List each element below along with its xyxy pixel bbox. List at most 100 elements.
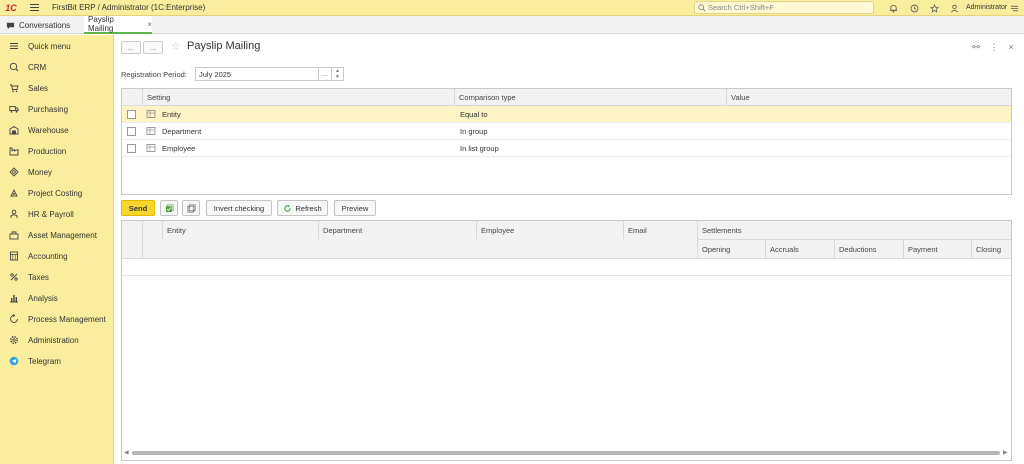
sidebar-item-crm[interactable]: CRM	[0, 57, 114, 77]
registration-period-label: Registration Period:	[121, 70, 187, 79]
column-header-settlements[interactable]: Settlements	[697, 221, 1011, 239]
sidebar-item-analysis[interactable]: Analysis	[0, 288, 114, 308]
sidebar-item-accounting[interactable]: Accounting	[0, 246, 114, 266]
link-icon[interactable]: ⚯	[971, 42, 981, 52]
sidebar-item-label: Warehouse	[28, 125, 69, 135]
column-header-closing[interactable]: Closing	[971, 239, 1011, 259]
preview-button[interactable]: Preview	[334, 200, 376, 216]
spin-down-icon[interactable]: ▼	[332, 74, 343, 80]
more-actions-icon[interactable]: ⋮	[989, 42, 999, 52]
crm-icon	[9, 62, 19, 72]
comparison-cell[interactable]: In group	[460, 123, 488, 140]
tab-payslip-mailing[interactable]: Payslip Mailing ×	[84, 15, 152, 34]
column-header-deductions[interactable]: Deductions	[834, 239, 903, 259]
registration-period-input[interactable]: July 2025	[195, 67, 319, 81]
sidebar-item-money[interactable]: Money	[0, 162, 114, 182]
gear-icon	[10, 336, 18, 344]
telegram-icon	[9, 356, 19, 366]
column-header-value[interactable]: Value	[726, 89, 1011, 106]
registration-period-spinner[interactable]: ▲ ▼	[332, 67, 344, 81]
column-header-entity[interactable]: Entity	[162, 221, 318, 239]
sidebar-item-label: Asset Management	[28, 230, 97, 240]
payslip-results-table: Entity Department Employee Email Settlem…	[121, 220, 1012, 461]
settings-table-header: Setting Comparison type Value	[122, 89, 1011, 106]
table-row[interactable]: Entity Equal to	[122, 106, 1011, 123]
user-name[interactable]: Administrator	[966, 4, 1007, 11]
setting-cell: Employee	[162, 144, 196, 153]
close-tab-icon[interactable]: ×	[147, 20, 152, 29]
sidebar-item-production[interactable]: Production	[0, 141, 114, 161]
column-header-comparison-type[interactable]: Comparison type	[454, 89, 726, 106]
column-header-payment[interactable]: Payment	[903, 239, 971, 259]
settings-menu-icon[interactable]	[1008, 2, 1020, 14]
sidebar-item-administration[interactable]: Administration	[0, 330, 114, 350]
row-checkbox[interactable]	[127, 144, 136, 153]
sidebar-item-label: Telegram	[28, 356, 61, 366]
uncheck-all-button[interactable]	[182, 200, 200, 216]
column-header-department[interactable]: Department	[318, 221, 476, 239]
comparison-cell[interactable]: In list group	[460, 140, 499, 157]
comparison-cell[interactable]: Equal to	[460, 106, 488, 123]
sidebar-item-telegram[interactable]: Telegram	[0, 351, 114, 371]
back-button[interactable]: ←	[121, 41, 141, 54]
sidebar-item-project-costing[interactable]: Project Costing	[0, 183, 114, 203]
sidebar-item-label: CRM	[28, 62, 47, 72]
money-icon	[9, 167, 19, 177]
close-form-icon[interactable]: ×	[1006, 42, 1016, 52]
sidebar-item-label: Analysis	[28, 293, 58, 303]
factory-icon	[9, 147, 19, 156]
column-header-setting[interactable]: Setting	[142, 89, 454, 106]
send-button[interactable]: Send	[121, 200, 155, 216]
sidebar-item-label: Process Management	[28, 314, 106, 324]
favorite-star-icon[interactable]: ☆	[171, 40, 181, 53]
setting-cell: Entity	[162, 110, 181, 119]
refresh-button[interactable]: Refresh	[277, 200, 328, 216]
calculator-icon	[10, 251, 18, 261]
column-header-email[interactable]: Email	[623, 221, 697, 239]
asset-icon	[9, 231, 19, 240]
filter-field-icon	[146, 110, 156, 118]
column-header-opening[interactable]: Opening	[697, 239, 765, 259]
page-title: Payslip Mailing	[187, 40, 261, 52]
percent-icon	[10, 273, 18, 281]
check-all-button[interactable]	[160, 200, 178, 216]
registration-period-select-button[interactable]: ...	[319, 67, 332, 81]
column-header-accruals[interactable]: Accruals	[765, 239, 834, 259]
tab-conversations[interactable]: Conversations	[4, 16, 70, 34]
sidebar-item-taxes[interactable]: Taxes	[0, 267, 114, 287]
app-title: FirstBit ERP / Administrator (1C:Enterpr…	[52, 3, 206, 12]
history-icon[interactable]	[908, 2, 920, 14]
top-bar: 1C FirstBit ERP / Administrator (1C:Ente…	[0, 0, 1024, 16]
favorites-star-icon[interactable]	[928, 2, 940, 14]
sidebar-item-sales[interactable]: Sales	[0, 78, 114, 98]
scroll-right-icon[interactable]: ▶	[1003, 449, 1008, 456]
column-separator	[142, 221, 143, 259]
row-checkbox[interactable]	[127, 127, 136, 136]
sidebar-item-hr-payroll[interactable]: HR & Payroll	[0, 204, 114, 224]
filter-field-icon	[146, 127, 156, 135]
sidebar-item-quick-menu[interactable]: Quick menu	[0, 36, 114, 56]
invert-checking-button[interactable]: Invert checking	[206, 200, 272, 216]
search-input[interactable]: Search Ctrl+Shift+F	[694, 1, 874, 14]
chart-icon	[10, 295, 18, 303]
sidebar-item-process-management[interactable]: Process Management	[0, 309, 114, 329]
sidebar-item-asset-management[interactable]: Asset Management	[0, 225, 114, 245]
table-row[interactable]: Employee In list group	[122, 140, 1011, 157]
user-icon[interactable]	[948, 2, 960, 14]
forward-button[interactable]: →	[143, 41, 163, 54]
tab-bar: Conversations Payslip Mailing ×	[0, 15, 1024, 34]
horizontal-scrollbar[interactable]	[132, 451, 1000, 455]
truck-icon	[9, 106, 19, 113]
scroll-left-icon[interactable]: ◀	[124, 449, 129, 456]
table-row[interactable]	[122, 259, 1011, 276]
sidebar-item-purchasing[interactable]: Purchasing	[0, 99, 114, 119]
sidebar-item-label: HR & Payroll	[28, 209, 74, 219]
sidebar-item-warehouse[interactable]: Warehouse	[0, 120, 114, 140]
table-row[interactable]: Department In group	[122, 123, 1011, 140]
settings-table: Setting Comparison type Value Entity Equ…	[121, 88, 1012, 195]
column-header-employee[interactable]: Employee	[476, 221, 623, 239]
row-checkbox[interactable]	[127, 110, 136, 119]
bell-icon[interactable]	[887, 2, 899, 14]
person-icon	[10, 209, 18, 218]
main-menu-icon[interactable]	[28, 0, 42, 16]
